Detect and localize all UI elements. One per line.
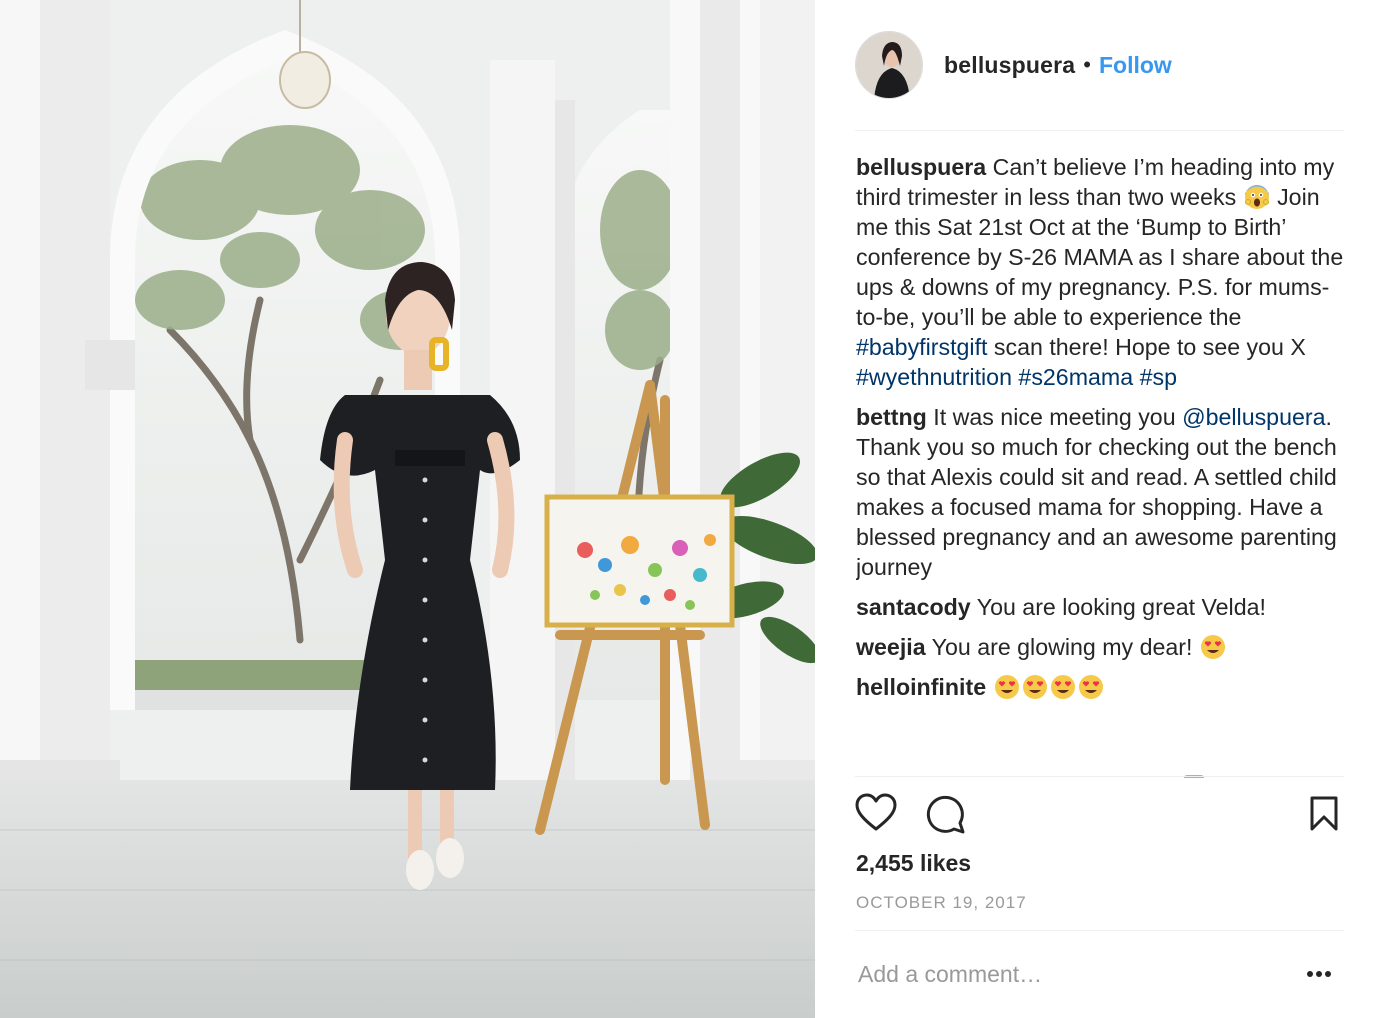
- comment-username[interactable]: bettng: [856, 404, 927, 430]
- avatar[interactable]: [855, 31, 923, 99]
- heart-eyes-emoji-icon: [1200, 635, 1225, 659]
- divider: [855, 930, 1344, 931]
- comment-item: santacody You are looking great Velda!: [856, 592, 1351, 622]
- post-photo[interactable]: [0, 0, 815, 1018]
- ellipsis-icon[interactable]: [1304, 964, 1334, 984]
- caption: belluspuera Can’t believe I’m heading in…: [856, 152, 1351, 392]
- emoji-group: [993, 674, 1105, 700]
- heart-eyes-emoji-icon: [1078, 675, 1103, 699]
- comment-text: It was nice meeting you: [933, 404, 1176, 430]
- comment-text: You are glowing my dear!: [931, 634, 1193, 660]
- caption-text: scan there! Hope to see you X: [993, 334, 1306, 360]
- heart-eyes-emoji-icon: [1050, 675, 1075, 699]
- heart-icon[interactable]: [855, 793, 897, 833]
- bookmark-icon[interactable]: [1309, 796, 1339, 832]
- caption-username[interactable]: belluspuera: [856, 154, 986, 180]
- heart-eyes-emoji-icon: [1022, 675, 1047, 699]
- heart-eyes-emoji-icon: [994, 675, 1019, 699]
- likes-count[interactable]: 2,455 likes: [856, 850, 971, 877]
- post-actions: [855, 793, 1344, 839]
- comment-item: helloinfinite: [856, 672, 1351, 702]
- comment-text: . Thank you so much for checking out the…: [856, 404, 1337, 580]
- photo-illustration: [0, 0, 815, 1018]
- hashtag-link[interactable]: #wyethnutrition: [856, 364, 1012, 390]
- comment-icon[interactable]: [925, 793, 967, 835]
- post-side-panel: belluspuera • Follow belluspuera Can’t b…: [815, 0, 1386, 1018]
- post-header: belluspuera • Follow: [855, 30, 1344, 100]
- comment-username[interactable]: weejia: [856, 634, 926, 660]
- comment-username[interactable]: santacody: [856, 594, 971, 620]
- divider: [855, 776, 1344, 777]
- add-comment-input[interactable]: [858, 956, 1278, 992]
- comment-text: You are looking great Velda!: [976, 594, 1266, 620]
- comment-item: weejia You are glowing my dear!: [856, 632, 1351, 662]
- hashtag-link[interactable]: #babyfirstgift: [856, 334, 987, 360]
- post-date[interactable]: OCTOBER 19, 2017: [856, 893, 1027, 913]
- scream-emoji-icon: [1244, 185, 1269, 209]
- hashtag-link[interactable]: #sp: [1140, 364, 1177, 390]
- header-username[interactable]: belluspuera: [944, 52, 1075, 79]
- mention-link[interactable]: @belluspuera: [1182, 404, 1325, 430]
- hashtag-link[interactable]: #s26mama: [1018, 364, 1133, 390]
- divider: [855, 130, 1344, 131]
- header-separator: •: [1083, 52, 1091, 77]
- comment-item: bettng It was nice meeting you @belluspu…: [856, 402, 1351, 582]
- avatar-image: [856, 32, 922, 98]
- follow-button[interactable]: Follow: [1099, 52, 1172, 79]
- comments-list[interactable]: belluspuera Can’t believe I’m heading in…: [856, 152, 1351, 774]
- comment-username[interactable]: helloinfinite: [856, 674, 986, 700]
